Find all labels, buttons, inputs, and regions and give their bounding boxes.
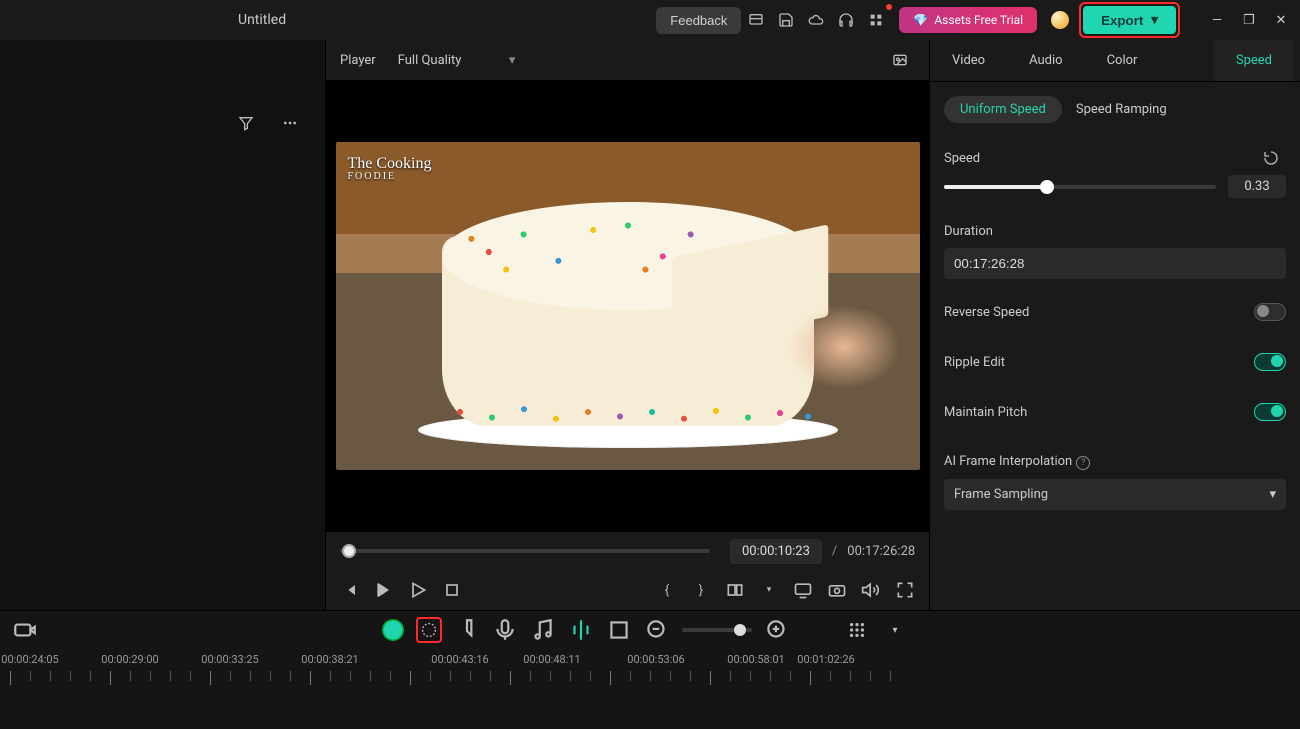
- tab-audio[interactable]: Audio: [1007, 40, 1084, 81]
- more-icon[interactable]: [276, 109, 304, 137]
- window-controls: — ❐ ✕: [1206, 9, 1292, 31]
- ruler-label: 00:00:48:11: [523, 653, 580, 666]
- maintain-pitch-toggle[interactable]: [1254, 403, 1286, 421]
- tab-speed[interactable]: Speed: [1214, 40, 1294, 81]
- layout-icon[interactable]: [742, 6, 770, 34]
- export-highlight: Export ▾: [1079, 2, 1180, 38]
- maintain-pitch-label: Maintain Pitch: [944, 405, 1027, 420]
- preview-frame: The Cooking FOODIE: [336, 142, 920, 470]
- ratio-chevron-icon[interactable]: ▾: [759, 580, 779, 600]
- ruler-label: 00:00:29:00: [101, 653, 158, 666]
- subtab-uniform-speed[interactable]: Uniform Speed: [944, 96, 1062, 123]
- video-preview[interactable]: The Cooking FOODIE: [326, 80, 929, 532]
- reverse-speed-toggle[interactable]: [1254, 303, 1286, 321]
- watermark-logo: The Cooking FOODIE: [348, 156, 432, 182]
- save-icon[interactable]: [772, 6, 800, 34]
- ruler-label: 00:00:43:16: [431, 653, 488, 666]
- music-icon[interactable]: [530, 617, 556, 643]
- split-icon[interactable]: [568, 617, 594, 643]
- duration-input[interactable]: [944, 248, 1286, 279]
- tab-color[interactable]: Color: [1085, 40, 1160, 81]
- ruler-label: 00:00:58:01: [727, 653, 784, 666]
- export-button[interactable]: Export ▾: [1083, 6, 1176, 34]
- volume-icon[interactable]: [861, 580, 881, 600]
- speed-value[interactable]: 0.33: [1228, 175, 1286, 198]
- ruler-label: 00:00:33:25: [201, 653, 258, 666]
- player-label: Player: [340, 53, 376, 68]
- headphones-icon[interactable]: [832, 6, 860, 34]
- timeline-ruler[interactable]: 00:00:24:05 00:00:29:00 00:00:33:25 00:00:3…: [0, 649, 1300, 699]
- zoom-thumb[interactable]: [734, 624, 746, 636]
- prev-frame-button[interactable]: [340, 580, 360, 600]
- fullscreen-icon[interactable]: [895, 580, 915, 600]
- speed-slider[interactable]: [944, 185, 1216, 189]
- mark-in-button[interactable]: {: [657, 580, 677, 600]
- cloud-icon[interactable]: [802, 6, 830, 34]
- ratio-icon[interactable]: [725, 580, 745, 600]
- player-panel: Player Full Quality ▾ The Cooking FOO: [326, 40, 930, 610]
- grid-chevron-icon[interactable]: ▾: [882, 617, 908, 643]
- mark-out-button[interactable]: }: [691, 580, 711, 600]
- grid-icon[interactable]: [844, 617, 870, 643]
- diamond-icon: 💎: [913, 13, 928, 27]
- ruler-label: 00:00:53:06: [627, 653, 684, 666]
- speed-thumb[interactable]: [1040, 180, 1054, 194]
- ai-interpolation-select[interactable]: Frame Sampling ▾: [944, 479, 1286, 510]
- ruler-label: 00:00:38:21: [301, 653, 358, 666]
- scrub-bar[interactable]: [340, 549, 710, 553]
- notification-dot: [886, 4, 892, 10]
- reverse-speed-label: Reverse Speed: [944, 305, 1029, 320]
- quality-value: Full Quality: [390, 47, 522, 74]
- reset-speed-icon[interactable]: [1257, 144, 1285, 172]
- subtab-speed-ramping[interactable]: Speed Ramping: [1076, 102, 1167, 117]
- ai-interpolation-value: Frame Sampling: [954, 487, 1048, 502]
- keyframe-tool-icon[interactable]: [416, 617, 442, 643]
- ai-interpolation-label: AI Frame Interpolation?: [944, 454, 1090, 470]
- project-title: Untitled: [238, 12, 286, 28]
- zoom-out-icon[interactable]: [644, 617, 670, 643]
- scrub-thumb[interactable]: [342, 544, 356, 558]
- chevron-down-icon: ▾: [1151, 12, 1158, 28]
- titlebar: Untitled Feedback 💎 Assets Free Trial Ex…: [0, 0, 1300, 40]
- apps-icon[interactable]: [862, 6, 890, 34]
- filter-icon[interactable]: [232, 109, 260, 137]
- assets-trial-label: Assets Free Trial: [934, 13, 1023, 27]
- time-separator: /: [832, 544, 837, 559]
- profile-orb-icon[interactable]: [1051, 11, 1069, 29]
- snapshot-icon[interactable]: [886, 46, 914, 74]
- play-pause-button[interactable]: [374, 580, 394, 600]
- crop-icon[interactable]: [606, 617, 632, 643]
- assets-trial-button[interactable]: 💎 Assets Free Trial: [899, 7, 1037, 33]
- chevron-down-icon: ▾: [1269, 487, 1276, 502]
- ruler-label: 00:01:02:26: [797, 653, 854, 666]
- total-time: 00:17:26:28: [847, 544, 915, 559]
- inspector-panel: Video Audio Color Speed Uniform Speed Sp…: [930, 40, 1300, 610]
- speed-label: Speed: [944, 151, 980, 166]
- ripple-edit-label: Ripple Edit: [944, 355, 1005, 370]
- feedback-button[interactable]: Feedback: [656, 7, 741, 34]
- duration-label: Duration: [944, 224, 993, 239]
- minimize-button[interactable]: —: [1206, 9, 1228, 31]
- ai-tool-icon[interactable]: [382, 619, 404, 641]
- quality-select[interactable]: Full Quality ▾: [390, 47, 522, 74]
- display-icon[interactable]: [793, 580, 813, 600]
- stop-button[interactable]: [442, 580, 462, 600]
- marker-tool-icon[interactable]: [454, 617, 480, 643]
- maximize-button[interactable]: ❐: [1238, 9, 1260, 31]
- camera-icon[interactable]: [827, 580, 847, 600]
- ripple-edit-toggle[interactable]: [1254, 353, 1286, 371]
- export-label: Export: [1101, 13, 1143, 28]
- help-icon[interactable]: ?: [1076, 456, 1090, 470]
- ruler-label: 00:00:24:05: [1, 653, 58, 666]
- current-time[interactable]: 00:00:10:23: [730, 539, 822, 564]
- zoom-in-icon[interactable]: [764, 617, 790, 643]
- mic-icon[interactable]: [492, 617, 518, 643]
- tab-video[interactable]: Video: [930, 40, 1007, 81]
- close-button[interactable]: ✕: [1270, 9, 1292, 31]
- timeline-panel: ▾ 00:00:24:0500:00:29:0000:00:33:2500:00…: [0, 610, 1300, 729]
- media-library-panel: [0, 40, 326, 610]
- play-button[interactable]: [408, 580, 428, 600]
- timeline-record-icon[interactable]: [12, 617, 38, 643]
- zoom-slider[interactable]: [682, 628, 752, 632]
